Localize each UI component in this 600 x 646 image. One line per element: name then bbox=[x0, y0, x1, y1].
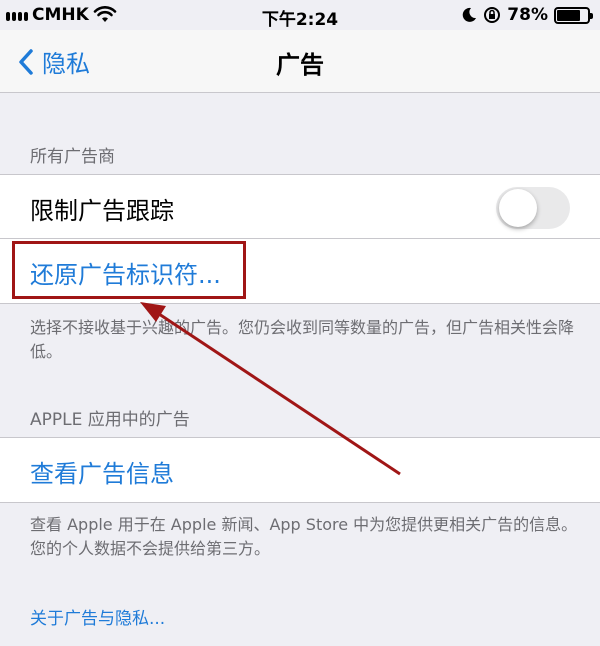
battery-percent: 78% bbox=[507, 5, 548, 25]
apple-apps-group: 查看广告信息 bbox=[0, 437, 600, 503]
annotation-highlight-box bbox=[12, 241, 246, 299]
status-bar: CMHK 下午2:24 78% bbox=[0, 0, 600, 30]
limit-ad-tracking-cell: 限制广告跟踪 bbox=[0, 175, 600, 239]
battery-icon bbox=[554, 6, 593, 24]
limit-ad-tracking-toggle[interactable] bbox=[496, 187, 570, 229]
status-right: 78% bbox=[461, 5, 593, 25]
about-ads-privacy-link[interactable]: 关于广告与隐私... bbox=[30, 604, 165, 629]
toggle-knob bbox=[499, 189, 537, 227]
section-footer-apple-apps: 查看 Apple 用于在 Apple 新闻、App Store 中为您提供更相关… bbox=[30, 515, 578, 558]
do-not-disturb-moon-icon bbox=[463, 7, 477, 22]
page-title: 广告 bbox=[276, 51, 324, 79]
limit-ad-tracking-label: 限制广告跟踪 bbox=[30, 197, 174, 225]
orientation-lock-icon bbox=[484, 7, 501, 23]
navigation-bar: 隐私 广告 bbox=[0, 30, 600, 93]
section-header-all-advertisers: 所有广告商 bbox=[30, 147, 115, 167]
section-footer-all-advertisers: 选择不接收基于兴趣的广告。您仍会收到同等数量的广告，但广告相关性会降低。 bbox=[30, 318, 575, 361]
view-ad-information-label: 查看广告信息 bbox=[30, 460, 174, 488]
section-header-apple-apps: APPLE 应用中的广告 bbox=[30, 410, 190, 430]
view-ad-information-cell[interactable]: 查看广告信息 bbox=[0, 438, 600, 502]
